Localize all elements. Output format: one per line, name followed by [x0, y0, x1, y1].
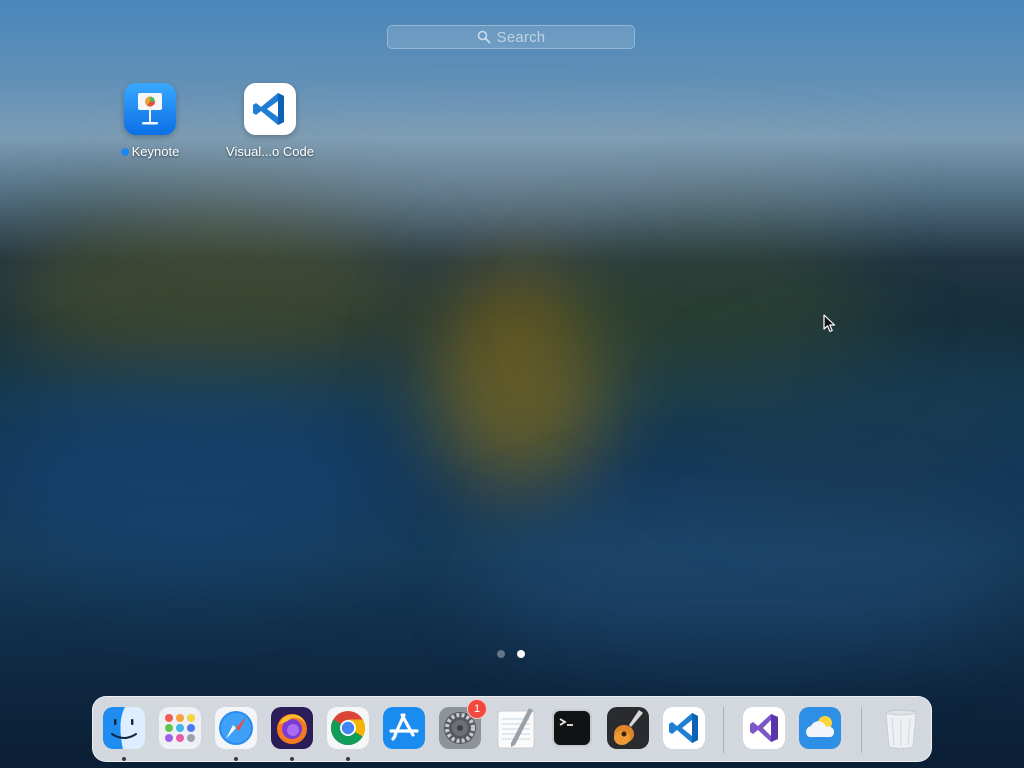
finder-icon [103, 707, 145, 749]
launchpad-app-vscode[interactable]: Visual...o Code [215, 83, 325, 159]
vscode-icon [663, 707, 705, 749]
app-label: Keynote [131, 144, 180, 159]
running-indicator [122, 757, 126, 761]
keynote-icon [124, 83, 176, 135]
terminal-icon [552, 709, 592, 747]
app-store-icon [383, 707, 425, 749]
dock-separator [861, 707, 862, 753]
keynote-label-row: Keynote [120, 144, 180, 159]
vscode-icon [244, 83, 296, 135]
running-indicator [234, 757, 238, 761]
dock-separator [723, 707, 724, 753]
safari-icon [215, 707, 257, 749]
dock-terminal[interactable] [549, 705, 595, 751]
dock-chrome[interactable] [325, 705, 371, 751]
dock-weather[interactable] [797, 705, 843, 751]
launchpad-app-keynote[interactable]: Keynote [95, 83, 205, 159]
dock: 1 [92, 696, 932, 762]
dock-visual-studio[interactable] [741, 705, 787, 751]
dock-safari[interactable] [213, 705, 259, 751]
launchpad-icon [159, 707, 201, 749]
dock-textedit[interactable] [493, 705, 539, 751]
search-field[interactable]: Search [387, 25, 635, 49]
notification-badge: 1 [467, 699, 487, 719]
dock-launchpad[interactable] [157, 705, 203, 751]
dock-app-store[interactable] [381, 705, 427, 751]
dock-system-preferences[interactable]: 1 [437, 699, 487, 751]
chrome-icon [327, 707, 369, 749]
mouse-cursor-icon [823, 314, 836, 333]
trash-icon [885, 709, 917, 749]
dock-trash[interactable] [878, 705, 924, 751]
page-indicator [497, 650, 525, 658]
dock-finder[interactable] [101, 705, 147, 751]
running-indicator [290, 757, 294, 761]
search-placeholder: Search [496, 28, 546, 46]
dock-garageband[interactable] [605, 705, 651, 751]
new-app-dot [120, 147, 129, 156]
dock-firefox[interactable] [269, 705, 315, 751]
app-label: Visual...o Code [226, 144, 314, 159]
dock-vscode[interactable] [661, 705, 707, 751]
textedit-icon [497, 708, 535, 749]
visual-studio-icon [743, 707, 785, 749]
search-icon [477, 30, 491, 44]
weather-icon [799, 707, 841, 749]
firefox-icon [271, 707, 313, 749]
page-dot-2-active[interactable] [517, 650, 525, 658]
running-indicator [346, 757, 350, 761]
launchpad-screen: Search Keynote Visual...o Code 1 [0, 0, 1024, 768]
garageband-icon [607, 707, 649, 749]
page-dot-1[interactable] [497, 650, 505, 658]
